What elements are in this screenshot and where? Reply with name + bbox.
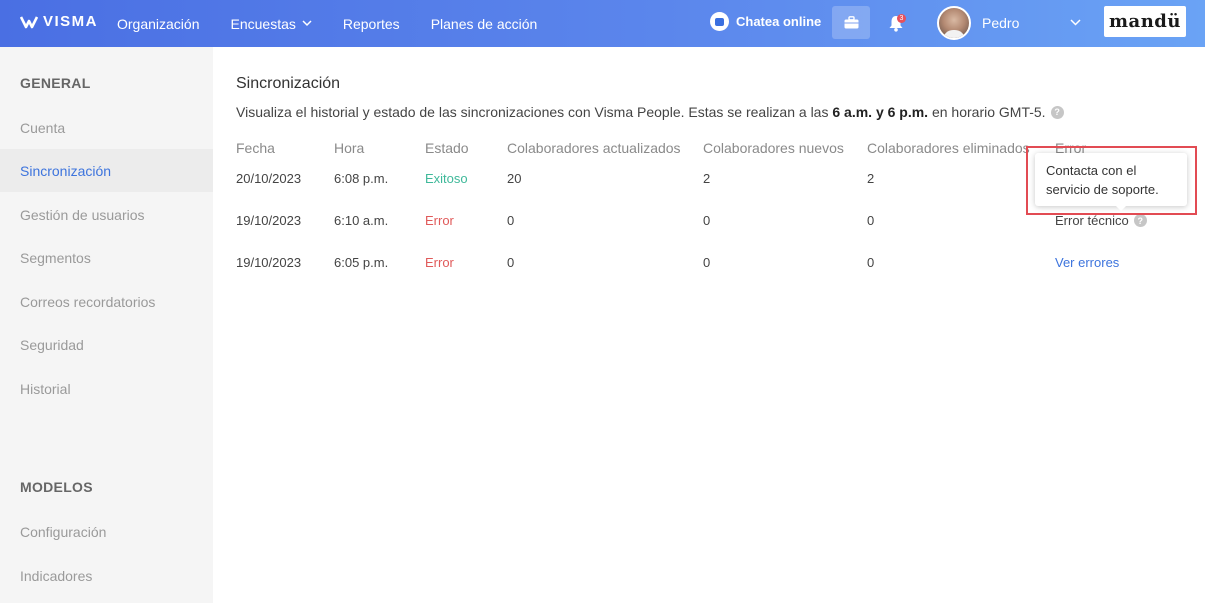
cell-fecha: 19/10/2023 xyxy=(236,213,302,228)
sidebar-item-label: Gestión de usuarios xyxy=(20,206,145,223)
nav-planes-de-accion[interactable]: Planes de acción xyxy=(431,16,538,32)
desc-bold: 6 a.m. y 6 p.m. xyxy=(832,104,929,120)
sidebar-item-label: Historial xyxy=(20,380,71,397)
nav-organizacion[interactable]: Organización xyxy=(117,16,200,32)
col-header-eliminados: Colaboradores eliminados xyxy=(867,140,1030,156)
col-header-nuevos: Colaboradores nuevos xyxy=(703,140,844,156)
notification-badge: 3 xyxy=(897,14,906,23)
nav-reportes[interactable]: Reportes xyxy=(343,16,400,32)
col-header-actualizados: Colaboradores actualizados xyxy=(507,140,681,156)
cell-fecha: 19/10/2023 xyxy=(236,255,302,270)
desc-suffix: en horario GMT-5. xyxy=(931,104,1046,120)
sidebar-item-historial[interactable]: Historial xyxy=(0,367,213,410)
visma-logo-icon xyxy=(20,15,38,28)
error-tecnico-label: Error técnico xyxy=(1055,213,1129,228)
cell-hora: 6:05 p.m. xyxy=(334,255,389,270)
chat-label: Chatea online xyxy=(736,14,822,29)
cell-estado-error: Error xyxy=(425,213,454,228)
sidebar-item-gestion-usuarios[interactable]: Gestión de usuarios xyxy=(0,193,213,236)
sidebar-item-correos-recordatorios[interactable]: Correos recordatorios xyxy=(0,280,213,323)
help-icon[interactable]: ? xyxy=(1050,105,1064,119)
nav-encuestas[interactable]: Encuestas xyxy=(231,16,312,32)
mandu-logo[interactable]: mandü xyxy=(1104,6,1186,37)
main-nav: Organización Encuestas Reportes Planes d… xyxy=(117,0,568,47)
col-header-fecha: Fecha xyxy=(236,140,275,156)
sidebar-item-sincronizacion[interactable]: Sincronización xyxy=(0,149,213,192)
sidebar-item-label: Configuración xyxy=(20,523,107,540)
chevron-down-icon xyxy=(302,20,312,27)
cell-nuevos: 0 xyxy=(703,213,711,228)
cell-actualizados: 20 xyxy=(507,171,522,186)
cell-eliminados: 2 xyxy=(867,171,875,186)
nav-label: Planes de acción xyxy=(430,15,538,32)
ver-errores-link[interactable]: Ver errores xyxy=(1055,255,1119,270)
top-navigation-bar: VISMA Organización Encuestas Reportes Pl… xyxy=(0,0,1205,47)
help-icon[interactable]: ? xyxy=(1133,214,1147,227)
nav-label: Reportes xyxy=(342,15,400,32)
page-description: Visualiza el historial y estado de las s… xyxy=(236,104,1064,120)
cell-eliminados: 0 xyxy=(867,255,875,270)
cell-actualizados: 0 xyxy=(507,213,515,228)
briefcase-icon xyxy=(844,16,858,29)
cell-hora: 6:10 a.m. xyxy=(334,213,389,228)
chat-icon xyxy=(710,12,729,31)
cell-eliminados: 0 xyxy=(867,213,875,228)
nav-label: Organización xyxy=(117,15,200,32)
cell-estado-error: Error xyxy=(425,255,454,270)
visma-logo[interactable]: VISMA xyxy=(20,13,98,30)
cell-fecha: 20/10/2023 xyxy=(236,171,302,186)
cell-estado-exitoso: Exitoso xyxy=(425,171,468,186)
sidebar-heading-modelos: MODELOS xyxy=(20,479,93,495)
highlight-box xyxy=(1026,146,1197,215)
briefcase-button[interactable] xyxy=(832,6,870,39)
col-header-estado: Estado xyxy=(425,140,469,156)
cell-hora: 6:08 p.m. xyxy=(334,171,389,186)
desc-prefix: Visualiza el historial y estado de las s… xyxy=(236,104,829,120)
sidebar-item-configuracion[interactable]: Configuración xyxy=(0,510,213,553)
user-name[interactable]: Pedro xyxy=(982,15,1019,31)
sidebar-item-label: Sincronización xyxy=(20,162,112,179)
cell-error: Error técnico ? xyxy=(1055,213,1147,228)
sidebar-heading-general: GENERAL xyxy=(20,75,91,91)
logo-text: VISMA xyxy=(43,13,99,30)
sidebar-item-label: Indicadores xyxy=(20,567,93,584)
cell-nuevos: 2 xyxy=(703,171,711,186)
col-header-hora: Hora xyxy=(334,140,365,156)
sidebar-item-label: Cuenta xyxy=(20,119,66,136)
sidebar-item-label: Correos recordatorios xyxy=(20,293,156,310)
chevron-down-icon[interactable] xyxy=(1070,19,1081,26)
cell-nuevos: 0 xyxy=(703,255,711,270)
sidebar-item-label: Seguridad xyxy=(20,336,84,353)
page-title: Sincronización xyxy=(236,75,341,92)
sidebar-item-indicadores[interactable]: Indicadores xyxy=(0,554,213,597)
sidebar-item-seguridad[interactable]: Seguridad xyxy=(0,323,213,366)
cell-actualizados: 0 xyxy=(507,255,515,270)
chat-online-button[interactable]: Chatea online xyxy=(710,12,821,31)
sidebar-item-cuenta[interactable]: Cuenta xyxy=(0,106,213,149)
sidebar-item-segmentos[interactable]: Segmentos xyxy=(0,236,213,279)
nav-label: Encuestas xyxy=(230,15,296,32)
avatar[interactable] xyxy=(937,6,971,40)
sidebar: GENERAL Cuenta Sincronización Gestión de… xyxy=(0,47,213,603)
sidebar-item-label: Segmentos xyxy=(20,249,91,266)
